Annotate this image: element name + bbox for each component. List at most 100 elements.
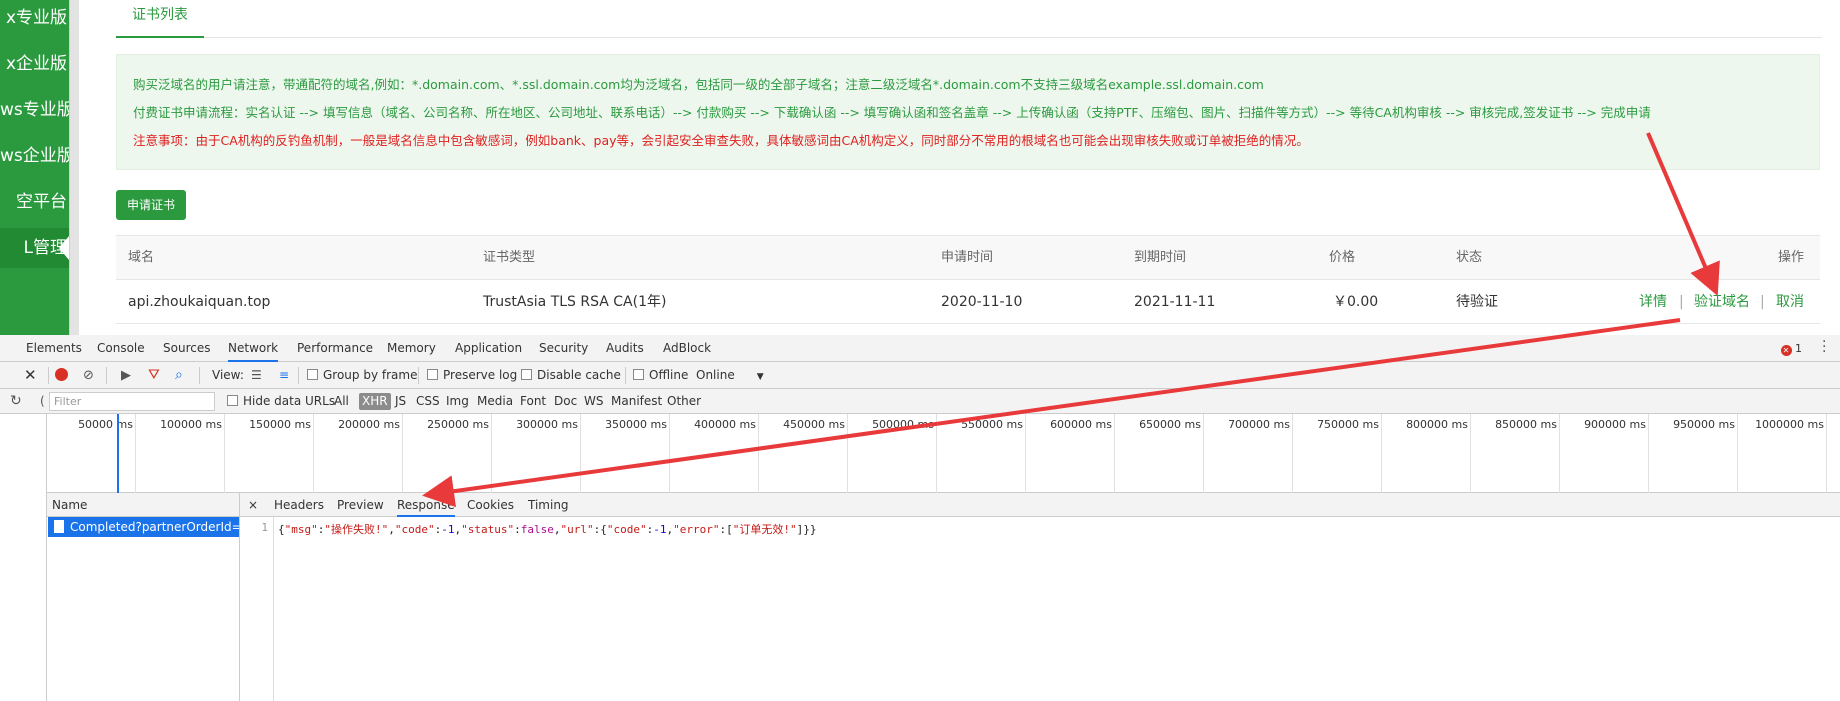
preserve-log-checkbox[interactable]: Preserve log — [427, 362, 517, 389]
sidebar-item-pro[interactable]: x专业版 — [0, 0, 69, 38]
tab-network[interactable]: Network — [228, 335, 279, 362]
filter-input[interactable]: Filter — [49, 392, 215, 411]
clear-icon[interactable]: ⊘ — [83, 362, 94, 389]
tick-label: 900000 ms — [1584, 418, 1646, 431]
checkbox-box — [227, 395, 238, 406]
name-column-header[interactable]: Name — [47, 493, 239, 517]
left-gutter — [0, 414, 47, 493]
filter-type-media[interactable]: Media — [477, 389, 513, 414]
filter-type-js[interactable]: JS — [395, 389, 406, 414]
tab-audits[interactable]: Audits — [606, 335, 644, 362]
tab-timing[interactable]: Timing — [528, 493, 569, 517]
filter-type-all[interactable]: All — [334, 389, 349, 414]
tab-response[interactable]: Response — [397, 493, 455, 517]
header-domain: 域名 — [128, 250, 155, 265]
timeline-overview[interactable]: 50000 ms 100000 ms 150000 ms 200000 ms 2… — [47, 414, 1840, 493]
tick-label: 150000 ms — [249, 418, 311, 431]
cell-status: 待验证 — [1456, 294, 1498, 310]
cancel-link[interactable]: 取消 — [1776, 280, 1804, 324]
verify-domain-link[interactable]: 验证域名 — [1694, 280, 1750, 324]
disable-cache-checkbox[interactable]: Disable cache — [521, 362, 621, 389]
refresh-icon[interactable]: ↻ — [10, 389, 22, 414]
error-count: 1 — [1795, 342, 1802, 355]
close-drawer-icon[interactable]: ✕ — [24, 362, 37, 389]
divider — [625, 367, 626, 384]
tab-cookies[interactable]: Cookies — [467, 493, 514, 517]
filter-type-xhr[interactable]: XHR — [359, 393, 391, 410]
tick-label: 650000 ms — [1139, 418, 1201, 431]
offline-checkbox[interactable]: Offline — [633, 362, 688, 389]
tick-label: 500000 ms — [872, 418, 934, 431]
timeline-tick: 450000 ms — [759, 414, 848, 493]
divider — [199, 367, 200, 384]
view-label: View: — [212, 368, 244, 382]
request-name: Completed?partnerOrderId=... — [70, 520, 239, 534]
tick-label: 850000 ms — [1495, 418, 1557, 431]
tab-preview[interactable]: Preview — [337, 493, 384, 517]
checkbox-box — [633, 369, 644, 380]
line-gutter: 1 — [240, 517, 274, 701]
cell-price: ￥0.00 — [1333, 294, 1379, 310]
tick-label: 300000 ms — [516, 418, 578, 431]
network-toolbar: ✕ ⊘ ▶ ⛛ ⌕ View: ☰ ≡ Group by frame Prese… — [0, 362, 1840, 389]
timeline-tick: 750000 ms — [1293, 414, 1382, 493]
header-status: 状态 — [1456, 250, 1483, 265]
filter-type-css[interactable]: CSS — [416, 389, 440, 414]
tab-adblock[interactable]: AdBlock — [663, 335, 711, 362]
sidebar-item-enterprise[interactable]: x企业版 — [0, 44, 69, 84]
cell-apply-time: 2020-11-10 — [941, 294, 1023, 310]
sidebar-item-ws-enterprise[interactable]: ws企业版 — [0, 136, 69, 176]
filter-type-other[interactable]: Other — [667, 389, 701, 414]
filter-type-manifest[interactable]: Manifest — [611, 389, 662, 414]
filter-type-ws[interactable]: WS — [584, 389, 603, 414]
tick-label: 400000 ms — [694, 418, 756, 431]
chevron-down-icon: ▼ — [756, 372, 764, 382]
divider — [418, 367, 419, 384]
header-type: 证书类型 — [483, 250, 536, 265]
collapse-icon[interactable]: ( — [40, 389, 45, 414]
tab-performance[interactable]: Performance — [297, 335, 373, 362]
sidebar-item-platform[interactable]: 空平台 — [0, 182, 69, 222]
record-icon[interactable] — [55, 362, 68, 389]
more-options-icon[interactable]: · · · — [1822, 335, 1826, 359]
sidebar-item-ws-pro[interactable]: ws专业版 — [0, 90, 69, 130]
action-separator: | — [1760, 294, 1765, 310]
tick-label: 700000 ms — [1228, 418, 1290, 431]
detail-link[interactable]: 详情 — [1639, 280, 1667, 324]
close-detail-icon[interactable]: × — [248, 493, 258, 517]
timeline-tick: 850000 ms — [1471, 414, 1560, 493]
timeline-tick: 350000 ms — [581, 414, 670, 493]
screenshot-icon[interactable]: ▶ — [121, 362, 131, 389]
notice-wildcard: 购买泛域名的用户请注意，带通配符的域名,例如：*.domain.com、*.ss… — [133, 77, 1264, 92]
sidebar-item-ssl-manage[interactable]: L管理 — [0, 228, 69, 268]
timeline-tick: 100000 ms — [136, 414, 225, 493]
tab-memory[interactable]: Memory — [387, 335, 436, 362]
throttle-select[interactable]: Online ▼ — [696, 362, 764, 389]
filter-type-img[interactable]: Img — [446, 389, 469, 414]
response-body[interactable]: 1 {"msg":"操作失败!","code":-1,"status":fals… — [240, 517, 1840, 701]
list-view-icon[interactable]: ☰ — [251, 362, 262, 389]
checkbox-box — [521, 369, 532, 380]
waterfall-view-icon[interactable]: ≡ — [279, 362, 289, 389]
filter-type-font[interactable]: Font — [520, 389, 546, 414]
tab-headers[interactable]: Headers — [274, 493, 324, 517]
group-by-frame-checkbox[interactable]: Group by frame — [307, 362, 417, 389]
action-separator: | — [1679, 294, 1684, 310]
filter-type-doc[interactable]: Doc — [554, 389, 577, 414]
tab-console[interactable]: Console — [97, 335, 145, 362]
tick-label: 550000 ms — [961, 418, 1023, 431]
filter-icon[interactable]: ⛛ — [148, 362, 160, 389]
cell-expire-time: 2021-11-11 — [1134, 294, 1216, 310]
apply-cert-button[interactable]: 申请证书 — [116, 190, 186, 220]
tab-security[interactable]: Security — [539, 335, 588, 362]
hide-data-urls-checkbox[interactable]: Hide data URLs — [227, 389, 335, 414]
error-count-badge[interactable]: ✕ 1 — [1780, 342, 1802, 356]
line-number: 1 — [261, 521, 268, 534]
sidebar-scrollbar[interactable] — [69, 0, 79, 335]
tab-elements[interactable]: Elements — [26, 335, 82, 362]
request-row[interactable]: Completed?partnerOrderId=... — [48, 517, 239, 537]
tab-application[interactable]: Application — [455, 335, 522, 362]
tab-cert-list[interactable]: 证书列表 — [116, 0, 204, 38]
search-icon[interactable]: ⌕ — [175, 362, 183, 389]
tab-sources[interactable]: Sources — [163, 335, 210, 362]
